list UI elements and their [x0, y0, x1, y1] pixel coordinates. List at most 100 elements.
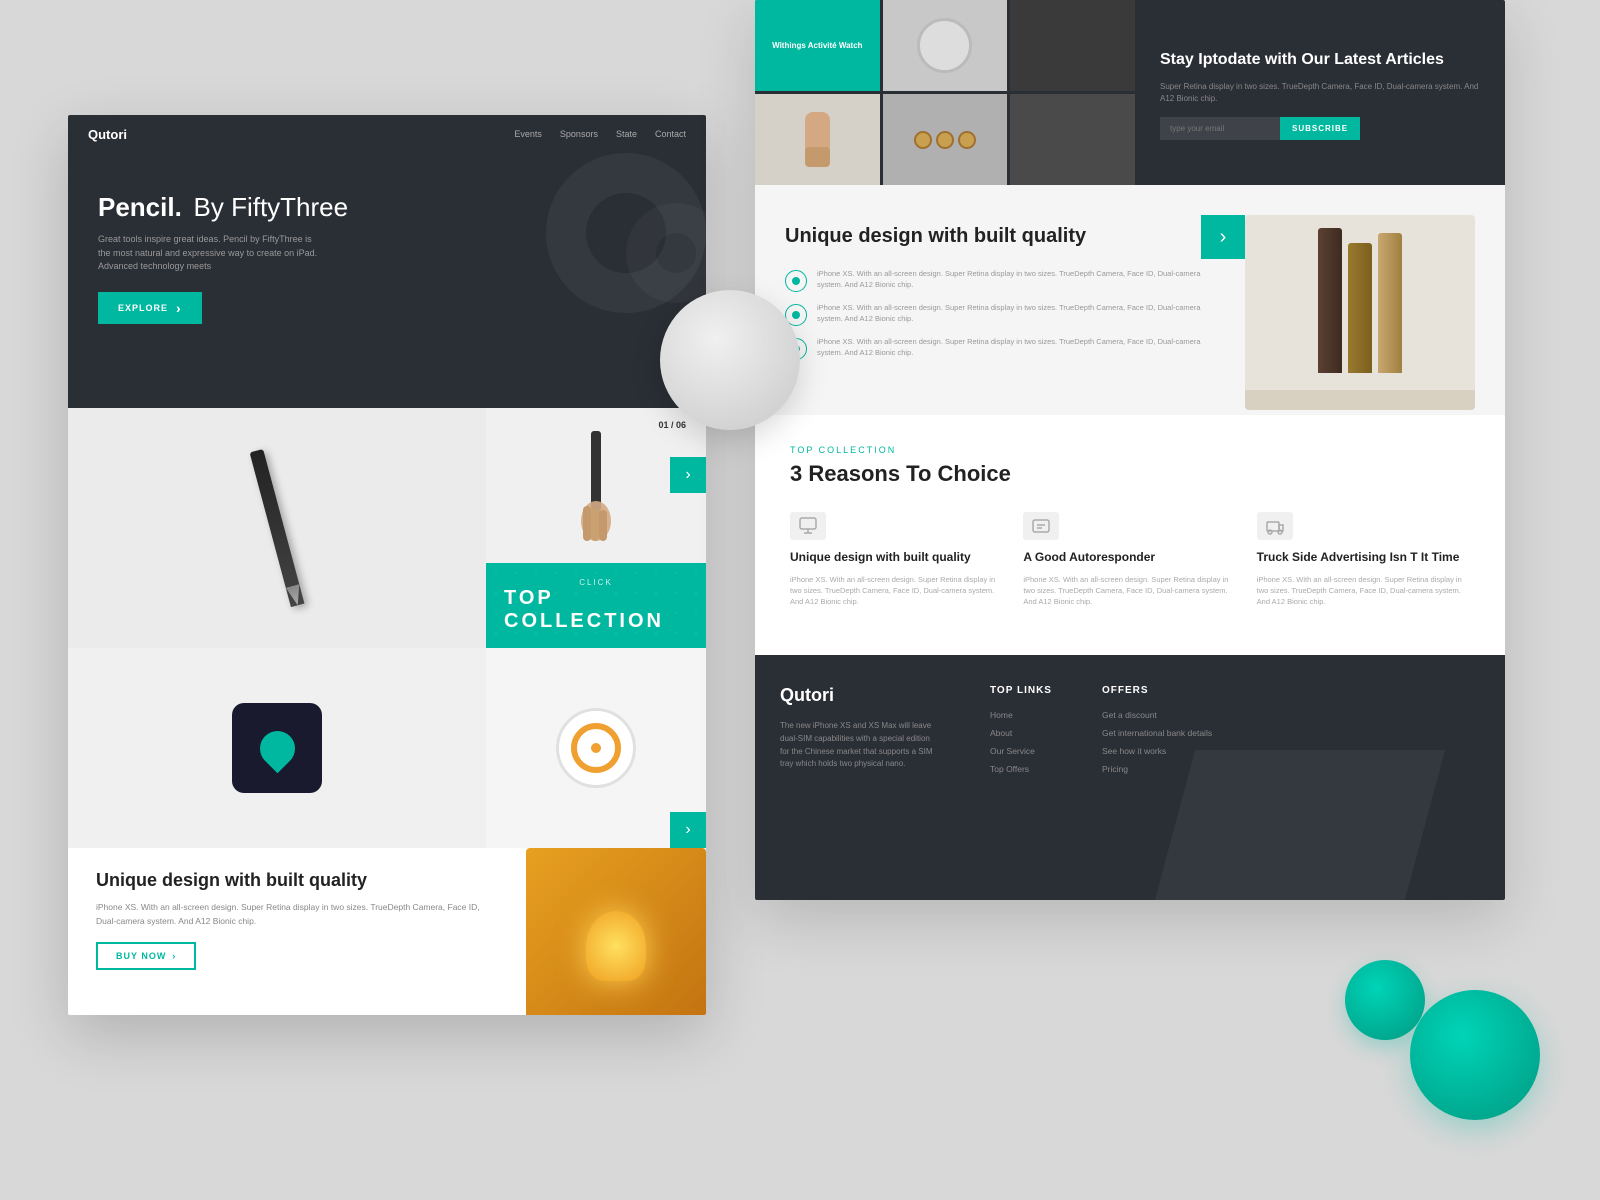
feature-text-2: iPhone XS. With an all-screen design. Su…	[817, 302, 1225, 325]
reason-icon-2	[1023, 512, 1059, 540]
message-icon	[1031, 517, 1051, 535]
wooden-pencils	[1303, 238, 1417, 388]
page-counter: 01 / 06	[658, 420, 686, 430]
right-top-section: Withings Activité Watch	[755, 0, 1505, 185]
subscribe-row: SUBSCRIBE	[1160, 117, 1480, 140]
left-nav-links: Events Sponsors State Contact	[514, 129, 686, 139]
quality-feature-1: iPhone XS. With an all-screen design. Su…	[785, 268, 1225, 292]
top-collection-banner[interactable]: clicK TOP COLLECTION	[486, 563, 706, 648]
article-tile-coins	[883, 94, 1008, 185]
explore-button[interactable]: EXPLORE	[98, 292, 202, 324]
reason-desc-3: iPhone XS. With an all-screen design. Su…	[1257, 574, 1470, 608]
footer-brand-col: Qutori The new iPhone XS and XS Max will…	[755, 655, 965, 900]
footer-brand-name: Qutori	[780, 685, 940, 706]
hero-description: Great tools inspire great ideas. Pencil …	[98, 233, 318, 274]
timer-illustration	[556, 708, 636, 788]
reason-desc-1: iPhone XS. With an all-screen design. Su…	[790, 574, 1003, 608]
reason-icon-3	[1257, 512, 1293, 540]
article-tile-device	[883, 0, 1008, 91]
footer-link-offers[interactable]: Top Offers	[990, 764, 1052, 774]
footer-link-service[interactable]: Our Service	[990, 746, 1052, 756]
coin	[936, 131, 954, 149]
reasons-section: TOP COLLECTION 3 Reasons To Choice Uniqu…	[755, 415, 1505, 655]
coins-illustration	[914, 131, 976, 149]
left-nav: Qutori Events Sponsors State Contact	[68, 115, 706, 153]
footer-link-home[interactable]: Home	[990, 710, 1052, 720]
right-website-mockup: Withings Activité Watch	[755, 0, 1505, 900]
product-nav-arrow[interactable]: ›	[670, 457, 706, 493]
quality-section: Unique design with built quality iPhone …	[755, 185, 1505, 415]
feature-text-3: iPhone XS. With an all-screen design. Su…	[817, 336, 1225, 359]
reason-desc-2: iPhone XS. With an all-screen design. Su…	[1023, 574, 1236, 608]
quality-title: Unique design with built quality	[785, 225, 1225, 248]
reasons-label: TOP COLLECTION	[790, 445, 1470, 455]
pencil-gold	[1348, 243, 1372, 373]
bulb-illustration	[586, 911, 646, 981]
pencil-illustration	[250, 449, 305, 607]
footer-top-links-title: TOP LINKS	[990, 685, 1052, 696]
top-coll-main: TOP COLLECTION	[504, 587, 688, 633]
reason-item-2: A Good Autoresponder iPhone XS. With an …	[1023, 512, 1236, 607]
footer-offers-title: OFFERS	[1102, 685, 1212, 696]
footer-offer-discount[interactable]: Get a discount	[1102, 710, 1212, 720]
subscribe-input[interactable]	[1160, 117, 1280, 140]
earbud-product-card	[68, 648, 486, 848]
product-nav-arrow-2[interactable]: ›	[670, 812, 706, 848]
article-tile-hand	[755, 94, 880, 185]
feature-icon-inner-1	[792, 277, 800, 285]
tile-label: Withings Activité Watch	[772, 41, 862, 50]
unique-title: Unique design with built quality	[96, 870, 498, 891]
feature-icon-1	[785, 270, 807, 292]
right-footer: Qutori The new iPhone XS and XS Max will…	[755, 655, 1505, 900]
pencil-base	[1245, 390, 1475, 410]
nav-link-state[interactable]: State	[616, 129, 637, 139]
article-tile-dark	[1010, 0, 1135, 91]
quality-feature-2: iPhone XS. With an all-screen design. Su…	[785, 302, 1225, 326]
footer-link-about[interactable]: About	[990, 728, 1052, 738]
top-coll-sub: clicK	[579, 578, 613, 587]
left-website-mockup: Qutori Events Sponsors State Contact Pen…	[68, 115, 706, 1015]
coin	[958, 131, 976, 149]
product-row-1: clicK TOP COLLECTION 01 / 06 ›	[68, 408, 706, 648]
nav-link-sponsors[interactable]: Sponsors	[560, 129, 598, 139]
unique-section: Unique design with built quality iPhone …	[68, 848, 706, 1015]
article-title: Stay Iptodate with Our Latest Articles	[1160, 50, 1480, 71]
quality-feature-3: iPhone XS. With an all-screen design. Su…	[785, 336, 1225, 360]
teal-sphere-large	[1410, 990, 1540, 1120]
teal-sphere-small	[1345, 960, 1425, 1040]
right-article-text: Stay Iptodate with Our Latest Articles S…	[1135, 0, 1505, 185]
feature-icon-inner-2	[792, 311, 800, 319]
quality-content: Unique design with built quality iPhone …	[785, 215, 1225, 385]
pencil-dark	[1318, 228, 1342, 373]
reason-icon-1	[790, 512, 826, 540]
truck-icon	[1265, 517, 1285, 535]
coin	[914, 131, 932, 149]
hand-pencil-svg	[561, 426, 631, 546]
quality-product-image	[1245, 215, 1475, 410]
subscribe-button[interactable]: SUBSCRIBE	[1280, 117, 1360, 140]
nav-link-contact[interactable]: Contact	[655, 129, 686, 139]
pencil-light	[1378, 233, 1402, 373]
monitor-icon	[798, 517, 818, 535]
article-images-grid: Withings Activité Watch	[755, 0, 1135, 185]
footer-top-links-col: TOP LINKS Home About Our Service Top Off…	[965, 655, 1077, 900]
buy-now-button[interactable]: BUY NOW ›	[96, 942, 196, 970]
timer-inner	[571, 723, 621, 773]
earbud-shape	[252, 723, 301, 772]
article-tile-teal: Withings Activité Watch	[755, 0, 880, 91]
pencil-product-card	[68, 408, 486, 648]
reason-item-3: Truck Side Advertising Isn T It Time iPh…	[1257, 512, 1470, 607]
article-desc: Super Retina display in two sizes. TrueD…	[1160, 81, 1480, 105]
reason-item-1: Unique design with built quality iPhone …	[790, 512, 1003, 607]
reasons-grid: Unique design with built quality iPhone …	[790, 512, 1470, 607]
bulb-product-card	[526, 848, 706, 1015]
unique-design-text: Unique design with built quality iPhone …	[68, 848, 526, 1015]
footer-offer-bank[interactable]: Get international bank details	[1102, 728, 1212, 738]
feature-text-1: iPhone XS. With an all-screen design. Su…	[817, 268, 1225, 291]
left-hero: Pencil. By FiftyThree Great tools inspir…	[68, 153, 706, 408]
white-sphere	[660, 290, 800, 430]
nav-link-events[interactable]: Events	[514, 129, 542, 139]
reasons-title: 3 Reasons To Choice	[790, 461, 1470, 487]
reason-title-3: Truck Side Advertising Isn T It Time	[1257, 550, 1470, 566]
quality-arrow-btn[interactable]: ›	[1201, 215, 1245, 259]
